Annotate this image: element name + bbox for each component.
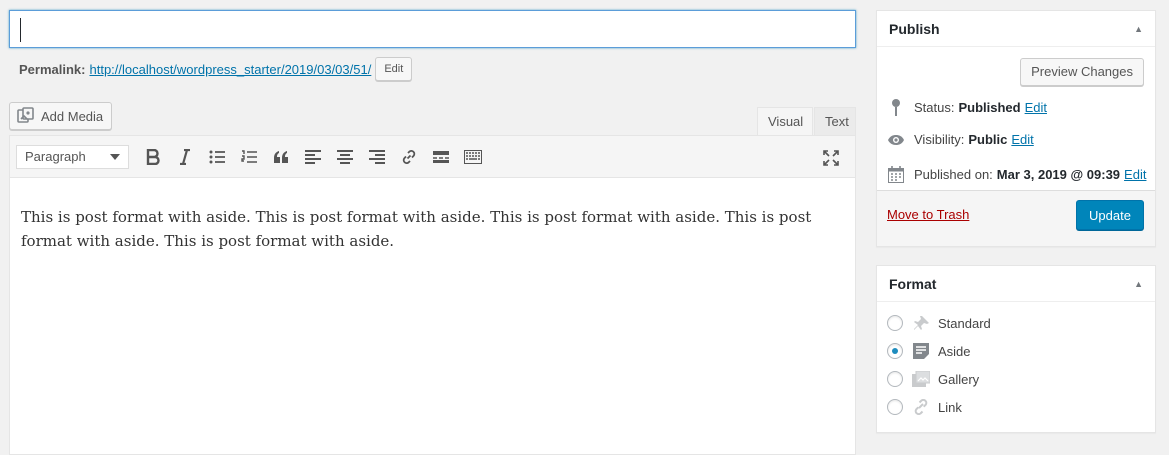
align-left-button[interactable] bbox=[297, 143, 329, 171]
visibility-label: Visibility: bbox=[914, 132, 965, 147]
italic-button[interactable] bbox=[169, 143, 201, 171]
status-value: Published bbox=[958, 99, 1021, 115]
published-on-edit-link[interactable]: Edit bbox=[1124, 167, 1146, 182]
publish-box: Publish ▲ Preview Changes Status: Publis… bbox=[876, 10, 1156, 247]
visibility-value: Public bbox=[968, 132, 1008, 147]
gallery-icon bbox=[912, 371, 930, 387]
radio-gallery[interactable] bbox=[887, 371, 903, 387]
visibility-edit-link[interactable]: Edit bbox=[1011, 132, 1033, 147]
editor-content[interactable]: This is post format with aside. This is … bbox=[10, 178, 855, 253]
numbered-list-button[interactable] bbox=[233, 143, 265, 171]
post-title-input[interactable] bbox=[9, 10, 856, 48]
aside-icon bbox=[912, 343, 930, 359]
media-icon bbox=[17, 107, 35, 125]
align-right-icon bbox=[369, 149, 385, 164]
publish-title: Publish bbox=[889, 20, 940, 37]
format-box-header[interactable]: Format ▲ bbox=[877, 266, 1155, 302]
eye-icon bbox=[887, 134, 905, 146]
align-right-button[interactable] bbox=[361, 143, 393, 171]
format-option-label: Link bbox=[938, 399, 962, 415]
permalink-row: Permalink: http://localhost/wordpress_st… bbox=[19, 57, 413, 81]
pin-icon bbox=[887, 98, 905, 116]
format-title: Format bbox=[889, 275, 937, 292]
status-row: Status: Published Edit bbox=[887, 98, 1047, 116]
status-edit-link[interactable]: Edit bbox=[1025, 100, 1047, 115]
radio-selected-dot bbox=[892, 348, 898, 354]
preview-changes-button[interactable]: Preview Changes bbox=[1020, 58, 1144, 86]
text-caret bbox=[20, 18, 21, 42]
published-on-value: Mar 3, 2019 @ 09:39 bbox=[996, 167, 1121, 182]
align-left-icon bbox=[305, 149, 321, 164]
bold-icon bbox=[146, 148, 160, 165]
collapse-arrow-icon[interactable]: ▲ bbox=[1134, 279, 1143, 289]
radio-aside[interactable] bbox=[887, 343, 903, 359]
permalink-edit-button[interactable]: Edit bbox=[375, 57, 413, 81]
align-center-icon bbox=[337, 149, 353, 164]
move-to-trash-link[interactable]: Move to Trash bbox=[887, 207, 969, 222]
published-on-row: Published on: Mar 3, 2019 @ 09:39 Edit bbox=[887, 166, 1146, 183]
toolbar-toggle-button[interactable] bbox=[457, 143, 489, 171]
pin-icon bbox=[912, 315, 930, 331]
fullscreen-button[interactable] bbox=[815, 144, 847, 172]
publish-box-header[interactable]: Publish ▲ bbox=[877, 11, 1155, 47]
format-option-link[interactable]: Link bbox=[887, 399, 962, 415]
add-media-button[interactable]: Add Media bbox=[9, 102, 112, 130]
link-icon bbox=[402, 149, 416, 164]
format-select-value: Paragraph bbox=[25, 149, 86, 164]
format-box: Format ▲ Standard Aside Gallery Link bbox=[876, 265, 1156, 433]
published-on-label: Published on: bbox=[914, 167, 993, 182]
tab-visual[interactable]: Visual bbox=[757, 107, 813, 136]
format-option-label: Gallery bbox=[938, 371, 980, 387]
format-option-standard[interactable]: Standard bbox=[887, 315, 991, 331]
format-option-gallery[interactable]: Gallery bbox=[887, 371, 979, 387]
read-more-icon bbox=[433, 150, 449, 163]
fullscreen-icon bbox=[823, 150, 839, 166]
format-option-aside[interactable]: Aside bbox=[887, 343, 971, 359]
format-option-label: Standard bbox=[938, 315, 991, 331]
bulleted-list-button[interactable] bbox=[201, 143, 233, 171]
radio-link[interactable] bbox=[887, 399, 903, 415]
visibility-row: Visibility: Public Edit bbox=[887, 132, 1034, 147]
read-more-button[interactable] bbox=[425, 143, 457, 171]
permalink-label: Permalink: bbox=[19, 61, 86, 77]
quote-icon bbox=[274, 150, 288, 163]
tab-text[interactable]: Text bbox=[814, 107, 856, 136]
insert-link-button[interactable] bbox=[393, 143, 425, 171]
paragraph-format-select[interactable]: Paragraph bbox=[16, 144, 129, 169]
chevron-down-icon bbox=[110, 153, 120, 160]
status-label: Status: bbox=[914, 99, 955, 115]
bold-button[interactable] bbox=[137, 143, 169, 171]
collapse-arrow-icon[interactable]: ▲ bbox=[1134, 24, 1143, 34]
content-editor: Paragraph This is post format with aside… bbox=[9, 135, 856, 455]
blockquote-button[interactable] bbox=[265, 143, 297, 171]
add-media-label: Add Media bbox=[41, 108, 104, 124]
publish-actions: Move to Trash Update bbox=[877, 190, 1155, 246]
calendar-icon bbox=[887, 166, 905, 183]
align-center-button[interactable] bbox=[329, 143, 361, 171]
permalink-url[interactable]: http://localhost/wordpress_starter/2019/… bbox=[89, 62, 371, 77]
editor-toolbar: Paragraph bbox=[10, 136, 855, 178]
radio-standard[interactable] bbox=[887, 315, 903, 331]
format-option-label: Aside bbox=[938, 343, 971, 359]
numbered-list-icon bbox=[241, 149, 257, 163]
link-icon bbox=[912, 399, 930, 415]
italic-icon bbox=[180, 148, 190, 165]
keyboard-icon bbox=[464, 149, 482, 164]
bulleted-list-icon bbox=[209, 150, 225, 163]
update-button[interactable]: Update bbox=[1076, 200, 1144, 230]
